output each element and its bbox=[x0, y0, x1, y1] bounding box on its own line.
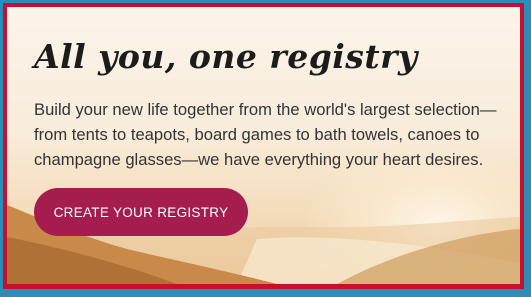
banner-frame: All you, one registry Build your new lif… bbox=[3, 3, 524, 289]
description-text: Build your new life together from the wo… bbox=[34, 100, 497, 169]
create-registry-button[interactable]: CREATE YOUR REGISTRY bbox=[34, 188, 248, 236]
headline: All you, one registry bbox=[34, 37, 418, 76]
registry-banner: All you, one registry Build your new lif… bbox=[7, 7, 520, 284]
